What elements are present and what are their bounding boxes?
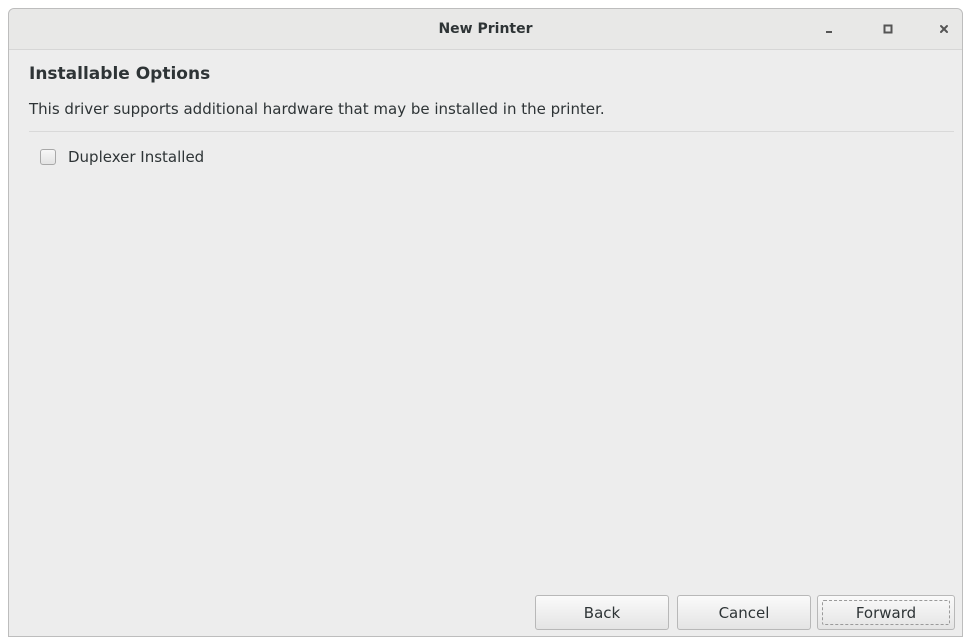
duplexer-installed-label: Duplexer Installed [68,148,205,166]
window-title: New Printer [438,21,533,37]
maximize-icon [883,24,893,34]
close-button[interactable] [936,21,952,37]
duplexer-installed-option[interactable]: Duplexer Installed [40,147,204,167]
page-heading: Installable Options [29,64,211,84]
new-printer-dialog: New Printer Installable Options This dri… [8,8,963,637]
separator [29,131,954,132]
back-button-label: Back [583,603,621,622]
minimize-button[interactable] [821,21,837,37]
page-description: This driver supports additional hardware… [29,100,605,118]
cancel-button[interactable]: Cancel [677,595,811,630]
duplexer-installed-checkbox[interactable] [40,149,56,165]
forward-button[interactable]: Forward [817,595,955,630]
minimize-icon [826,31,832,33]
title-bar[interactable]: New Printer [9,9,962,50]
back-button[interactable]: Back [535,595,669,630]
close-icon [940,25,948,33]
cancel-button-label: Cancel [718,603,770,622]
forward-button-label: Forward [855,603,917,622]
maximize-button[interactable] [880,21,896,37]
dialog-content: Installable Options This driver supports… [9,50,962,636]
forward-focus-ring: Forward [822,600,950,625]
